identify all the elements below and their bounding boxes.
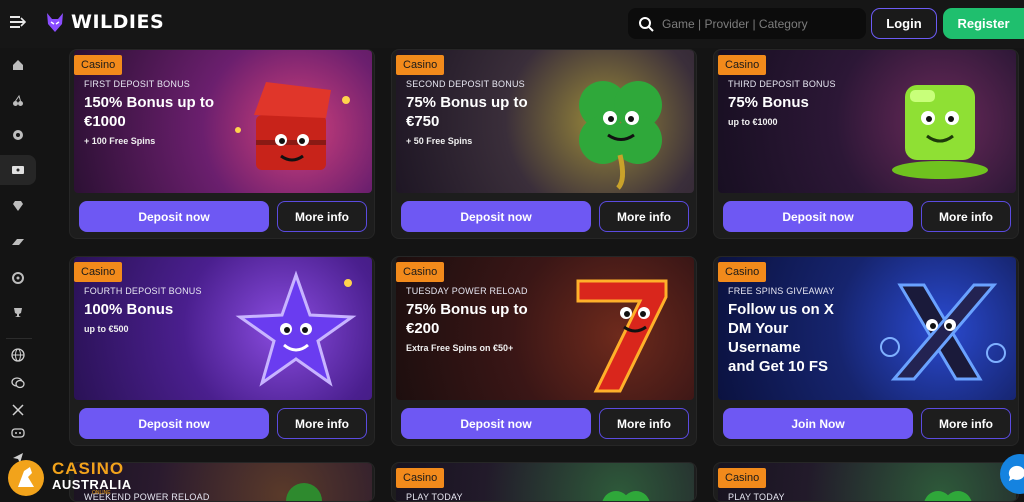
category-badge: Casino (718, 262, 767, 282)
sidebar-divider (6, 338, 32, 339)
clover-art-icon (924, 491, 972, 501)
category-badge: Casino (74, 55, 123, 75)
join-now-button[interactable]: Join Now (723, 408, 913, 439)
promo-card-free-spins-giveaway: Casino FREE SPINS GIVEAWAY Follow us on … (713, 256, 1019, 446)
more-info-button[interactable]: More info (277, 201, 367, 232)
wheel-icon[interactable] (0, 263, 36, 293)
promo-kicker: TUESDAY POWER RELOAD (406, 286, 528, 296)
category-badge: Casino (74, 262, 123, 282)
menu-toggle-icon[interactable] (10, 15, 27, 31)
promo-subtext: up to €1000 (728, 117, 778, 127)
promo-card-third-deposit: Casino THIRD DEPOSIT BONUS 75% Bonus up … (713, 49, 1019, 239)
casino-australia-watermark: CASINO AUSTRALIA ONLINE (6, 455, 131, 501)
ticket-icon[interactable] (0, 155, 36, 185)
promo-headline: 75% Bonus (728, 94, 809, 111)
kangaroo-logo-icon (8, 460, 44, 496)
trophy-icon[interactable] (0, 298, 36, 328)
top-header: WILDIES Login Register (0, 0, 1024, 48)
promo-subtext: + 100 Free Spins (84, 136, 156, 146)
chat-icon[interactable] (0, 368, 36, 398)
deposit-now-button[interactable]: Deposit now (723, 201, 913, 232)
category-badge: Casino (718, 468, 767, 488)
promo-headline: 100% Bonus (84, 301, 174, 318)
wolf-logo-icon (47, 13, 63, 32)
promo-card-play-today: Casino PLAY TODAY (391, 462, 697, 502)
watermark-line1: CASINO (52, 459, 125, 478)
chat-bubble-icon (1008, 465, 1024, 481)
category-badge: Casino (396, 262, 445, 282)
cherries-icon[interactable] (0, 86, 36, 116)
promo-kicker: THIRD DEPOSIT BONUS (728, 79, 836, 89)
chip-icon[interactable] (0, 120, 36, 150)
promo-kicker: FREE SPINS GIVEAWAY (728, 286, 835, 296)
home-icon[interactable] (0, 50, 36, 80)
promo-card-first-deposit: Casino FIRST DEPOSIT BONUS 150% Bonus up… (69, 49, 375, 239)
clover-icon (579, 81, 662, 190)
promo-kicker: PLAY TODAY (728, 492, 785, 502)
promo-kicker: FIRST DEPOSIT BONUS (84, 79, 190, 89)
more-info-button[interactable]: More info (599, 408, 689, 439)
promo-headline: 75% Bonus up to €750 (406, 94, 528, 130)
deposit-now-button[interactable]: Deposit now (79, 201, 269, 232)
promo-kicker: PLAY TODAY (406, 492, 463, 502)
more-info-button[interactable]: More info (277, 408, 367, 439)
promo-card-tuesday-reload: Casino TUESDAY POWER RELOAD 75% Bonus up… (391, 256, 697, 446)
brand-logo[interactable]: WILDIES (45, 11, 164, 33)
more-info-button[interactable]: More info (599, 201, 689, 232)
promo-card-fourth-deposit: Casino FOURTH DEPOSIT BONUS 100% Bonus u… (69, 256, 375, 446)
promo-subtext: Extra Free Spins on €50+ (406, 343, 514, 353)
more-info-button[interactable]: More info (921, 201, 1011, 232)
register-button[interactable]: Register (943, 8, 1024, 39)
promo-subtext: + 50 Free Spins (406, 136, 473, 146)
sidebar (0, 48, 38, 502)
promo-headline: 75% Bonus up to €200 (406, 301, 528, 337)
watermark-tag: ONLINE (92, 490, 111, 496)
slime-cube-icon (892, 85, 988, 179)
promo-card-second-deposit: Casino SECOND DEPOSIT BONUS 75% Bonus up… (391, 49, 697, 239)
promo-headline: 150% Bonus up to €1000 (84, 94, 215, 130)
promo-headline: Follow us on X DM Your Username and Get … (728, 301, 834, 375)
treasure-chest-icon (235, 82, 350, 170)
search-icon (639, 16, 654, 32)
deposit-now-button[interactable]: Deposit now (401, 408, 591, 439)
promo-kicker: FOURTH DEPOSIT BONUS (84, 286, 202, 296)
diamond-icon[interactable] (0, 191, 36, 221)
promo-subtext: up to €500 (84, 324, 129, 334)
brand-name: WILDIES (71, 11, 165, 33)
lightning-star-icon (235, 270, 357, 387)
bonus-icon[interactable] (0, 227, 36, 257)
search-bar[interactable] (628, 8, 866, 39)
deposit-now-button[interactable]: Deposit now (79, 408, 269, 439)
promo-kicker: SECOND DEPOSIT BONUS (406, 79, 525, 89)
search-input[interactable] (662, 16, 852, 31)
globe-icon[interactable] (0, 340, 36, 370)
category-badge: Casino (718, 55, 767, 75)
x-logo-character-icon (880, 283, 1006, 381)
category-badge: Casino (396, 55, 445, 75)
promo-card-play-today-2: Casino PLAY TODAY (713, 462, 1019, 502)
deposit-now-button[interactable]: Deposit now (401, 201, 591, 232)
category-badge: Casino (396, 468, 445, 488)
clover-art-icon (602, 491, 650, 501)
cherry-art-icon (286, 483, 322, 501)
more-info-button[interactable]: More info (921, 408, 1011, 439)
login-button[interactable]: Login (871, 8, 937, 39)
lucky-seven-icon (576, 279, 668, 393)
